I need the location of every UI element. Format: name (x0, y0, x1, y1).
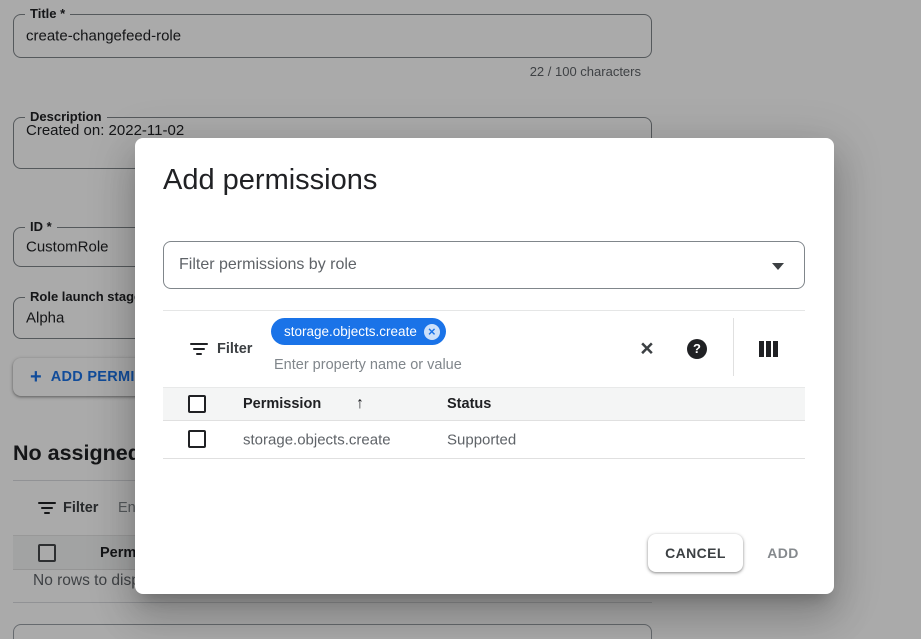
permission-table-row[interactable]: storage.objects.create Supported (163, 421, 805, 459)
column-display-icon[interactable] (759, 341, 778, 357)
dialog-title: Add permissions (163, 164, 377, 197)
modal-filter-label: Filter (217, 341, 252, 357)
cancel-button[interactable]: CANCEL (648, 534, 743, 572)
dropdown-arrow-icon (772, 263, 784, 270)
add-button[interactable]: ADD (755, 534, 811, 572)
modal-filter-input[interactable] (274, 354, 604, 376)
divider (163, 310, 805, 311)
sort-ascending-icon[interactable]: ↑ (356, 395, 364, 413)
help-icon[interactable]: ? (687, 339, 707, 359)
add-permissions-dialog: Add permissions Filter permissions by ro… (135, 138, 834, 594)
permission-column-header[interactable]: Permission (243, 396, 321, 412)
role-select-placeholder: Filter permissions by role (179, 256, 357, 274)
permissions-table-header: Permission ↑ Status (163, 387, 805, 421)
row-checkbox[interactable] (188, 430, 206, 448)
vertical-divider (733, 318, 734, 376)
chip-remove-icon[interactable]: × (424, 324, 440, 340)
filter-chip-label: storage.objects.create (284, 324, 417, 339)
filter-permissions-by-role-select[interactable]: Filter permissions by role (163, 241, 805, 289)
row-permission-value: storage.objects.create (243, 431, 391, 448)
create-role-page: Title * create-changefeed-role 22 / 100 … (0, 0, 921, 639)
row-status-value: Supported (447, 431, 516, 448)
select-all-checkbox[interactable] (188, 395, 206, 413)
filter-chip[interactable]: storage.objects.create × (271, 318, 446, 345)
status-column-header[interactable]: Status (447, 396, 491, 412)
filter-icon (190, 343, 208, 355)
clear-filters-icon[interactable]: × (635, 336, 659, 360)
